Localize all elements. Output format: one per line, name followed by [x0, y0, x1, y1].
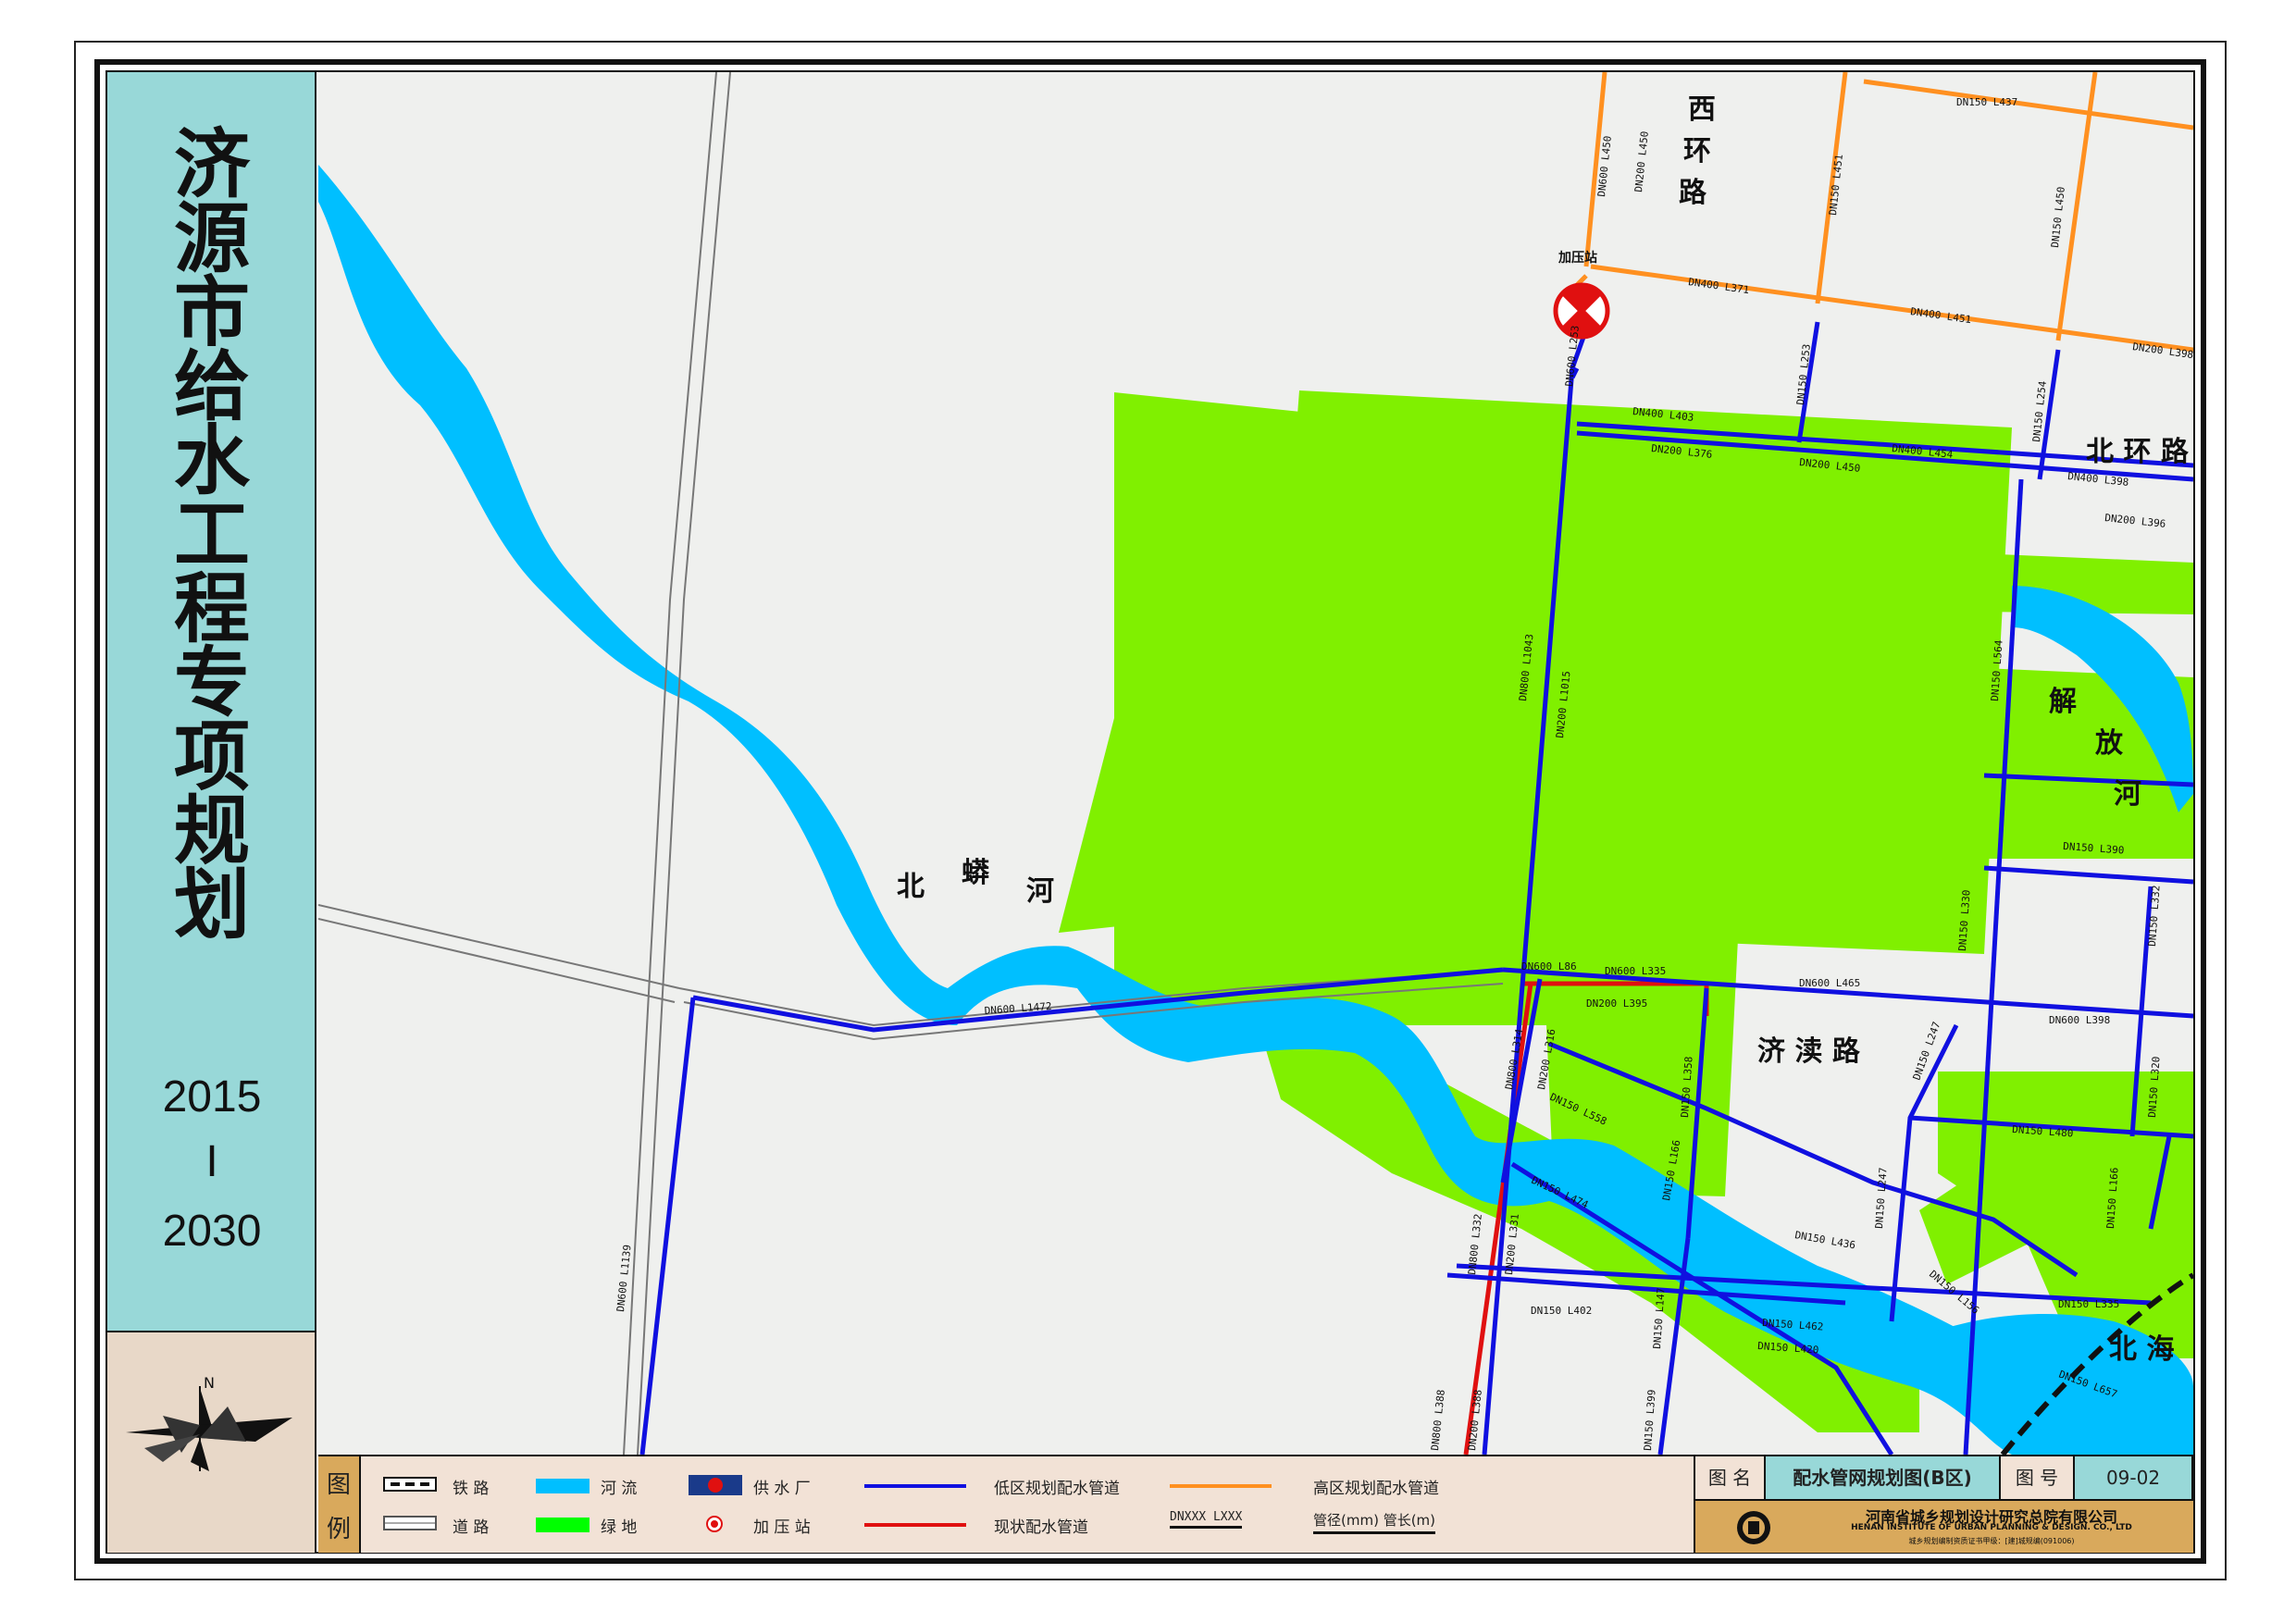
map-legend: 图 例 铁 路 道 路 河 流 绿 地 供 水 厂 加 压 站 低区规划配水管道: [318, 1455, 1694, 1553]
pipe-label: DN150 L450: [2049, 186, 2067, 248]
pipe-label: DN600 L465: [1799, 977, 1860, 989]
map-canvas[interactable]: 加压站 西 环 路 北 环 路 济 渎 路 解 放 河 北 蟒 河 北 海 DN…: [318, 72, 2193, 1455]
pipe-label: DN200 L331: [1503, 1213, 1521, 1275]
pipe-label: DN600 L335: [1605, 965, 1666, 977]
title-char: 项: [173, 712, 250, 801]
certificate-note: 城乡规划编制资质证书甲级：[建]城规编(091006): [1908, 1537, 2075, 1545]
legend-existing-pipe: 现状配水管道: [994, 1518, 1088, 1537]
beihuan-road-label: 北 环 路: [2086, 436, 2190, 468]
title-char: 专: [173, 638, 250, 727]
booster-swatch-icon: [706, 1516, 723, 1532]
pipe-label: DN150 L402: [1531, 1305, 1592, 1317]
legend-water-plant: 供 水 厂: [753, 1480, 811, 1498]
legend-high-zone-pipe: 高区规划配水管道: [1313, 1480, 1439, 1498]
existing-pipe-swatch-icon: [864, 1523, 966, 1527]
green-swatch-icon: [536, 1518, 590, 1532]
title-block: 图 名 配水管网规划图(B区) 图 号 09-02 河南省城乡规划设计研究总院有…: [1694, 1455, 2193, 1553]
drawing-number-value: 09-02: [2075, 1456, 2193, 1501]
legend-heading: 图 例: [318, 1456, 361, 1553]
pipe-label: DN200 L450: [1632, 130, 1651, 192]
drawing-number-label: 图 号: [2001, 1456, 2075, 1501]
pipe-label: DN400 L451: [1910, 305, 1972, 326]
beihai-label: 北 海: [2109, 1333, 2174, 1366]
title-char: 水: [173, 416, 250, 505]
legend-head-top: 图: [326, 1471, 351, 1499]
year-end: 2030: [162, 1207, 262, 1256]
low-pipe-swatch-icon: [864, 1484, 966, 1488]
pipe-label: DN600 L1139: [614, 1244, 634, 1312]
institute-banner: 河南省城乡规划设计研究总院有限公司 HENAN INSTITUTE OF URB…: [1695, 1501, 2193, 1553]
beimang-river-char: 河: [1026, 875, 1054, 908]
pipe-label: DN400 L371: [1688, 276, 1750, 296]
pipe-label: DN600 L398: [2049, 1014, 2110, 1026]
year-start: 2015: [162, 1072, 262, 1121]
beimang-river-char: 蟒: [962, 857, 990, 889]
pipe-label: DN200 L388: [1466, 1389, 1484, 1451]
map-sheet: 济 源 市 给 水 工 程 专 项 规 划 2015 I 2030 N 加压站 …: [0, 0, 2296, 1623]
pipe-label: DN200 L396: [2104, 512, 2166, 530]
title-panel: 济 源 市 给 水 工 程 专 项 规 划 2015 I 2030: [107, 72, 316, 1331]
compass-panel: N: [107, 1331, 316, 1553]
railway-swatch-icon: [383, 1477, 437, 1492]
pipe-label: DN600 L86: [1521, 960, 1577, 973]
pipe-label: DN150 L451: [1827, 154, 1845, 216]
year-separator: I: [205, 1137, 218, 1186]
title-char: 划: [173, 861, 250, 949]
booster-station-icon[interactable]: [1553, 282, 1610, 340]
booster-station-label: 加压站: [1558, 250, 1597, 266]
park-green: [1059, 611, 1235, 933]
legend-road: 道 路: [453, 1518, 490, 1537]
legend-low-zone-pipe: 低区规划配水管道: [994, 1480, 1120, 1498]
water-plant-swatch-icon: [689, 1475, 742, 1495]
plan-title: 济 源 市 给 水 工 程 专 项 规 划: [107, 120, 316, 949]
road-swatch-icon: [383, 1516, 437, 1530]
map-svg[interactable]: 加压站 西 环 路 北 环 路 济 渎 路 解 放 河 北 蟒 河 北 海 DN…: [318, 72, 2193, 1455]
north-arrow-icon: N: [126, 1374, 292, 1471]
legend-booster: 加 压 站: [753, 1518, 811, 1537]
beimang-river-char: 北: [897, 871, 925, 903]
drawing-name-value: 配水管网规划图(B区): [1766, 1456, 2001, 1501]
title-char: 市: [173, 268, 250, 357]
title-char: 源: [173, 194, 250, 283]
xihuan-road-char: 路: [1679, 177, 1707, 209]
pipe-label: DN150 L399: [1642, 1389, 1658, 1451]
pipe-label: DN150 L335: [2058, 1298, 2119, 1310]
high-zone-pipes: [1575, 72, 2193, 353]
pipe-label: DN150 L436: [1793, 1229, 1855, 1251]
legend-dn-example: DNXXX LXXX: [1170, 1510, 1243, 1529]
legend-river: 河 流: [601, 1480, 638, 1498]
drawing-name-label: 图 名: [1695, 1456, 1766, 1501]
title-char: 程: [173, 564, 250, 653]
pipe-label: DN150 L247: [1873, 1167, 1890, 1229]
legend-head-bottom: 例: [326, 1516, 351, 1543]
xihuan-road-char: 西: [1688, 93, 1716, 126]
title-char: 给: [173, 342, 250, 431]
institute-name-en: HENAN INSTITUTE OF URBAN PLANNING & DESI…: [1851, 1523, 2132, 1532]
river-swatch-icon: [536, 1479, 590, 1493]
title-char: 济: [173, 120, 250, 209]
legend-green: 绿 地: [601, 1518, 638, 1537]
pipe-label: DN800 L388: [1429, 1389, 1447, 1451]
title-char: 工: [173, 490, 250, 579]
high-pipe-swatch-icon: [1170, 1484, 1272, 1488]
jiefang-river-char: 放: [2094, 727, 2124, 760]
jidu-road-label: 济 渎 路: [1757, 1035, 1861, 1068]
pipe-label: DN150 L437: [1956, 96, 2017, 108]
institute-logo-icon: [1737, 1511, 1770, 1544]
north-label: N: [204, 1374, 215, 1392]
jiefang-river-char: 河: [2114, 778, 2141, 811]
legend-dn-explain: 管径(mm) 管长(m): [1313, 1510, 1436, 1534]
pipe-label: DN200 L395: [1586, 997, 1647, 1010]
jiefang-river-char: 解: [2049, 686, 2077, 718]
xihuan-road-char: 环: [1683, 135, 1711, 167]
legend-railway: 铁 路: [453, 1480, 490, 1498]
title-char: 规: [173, 787, 250, 875]
